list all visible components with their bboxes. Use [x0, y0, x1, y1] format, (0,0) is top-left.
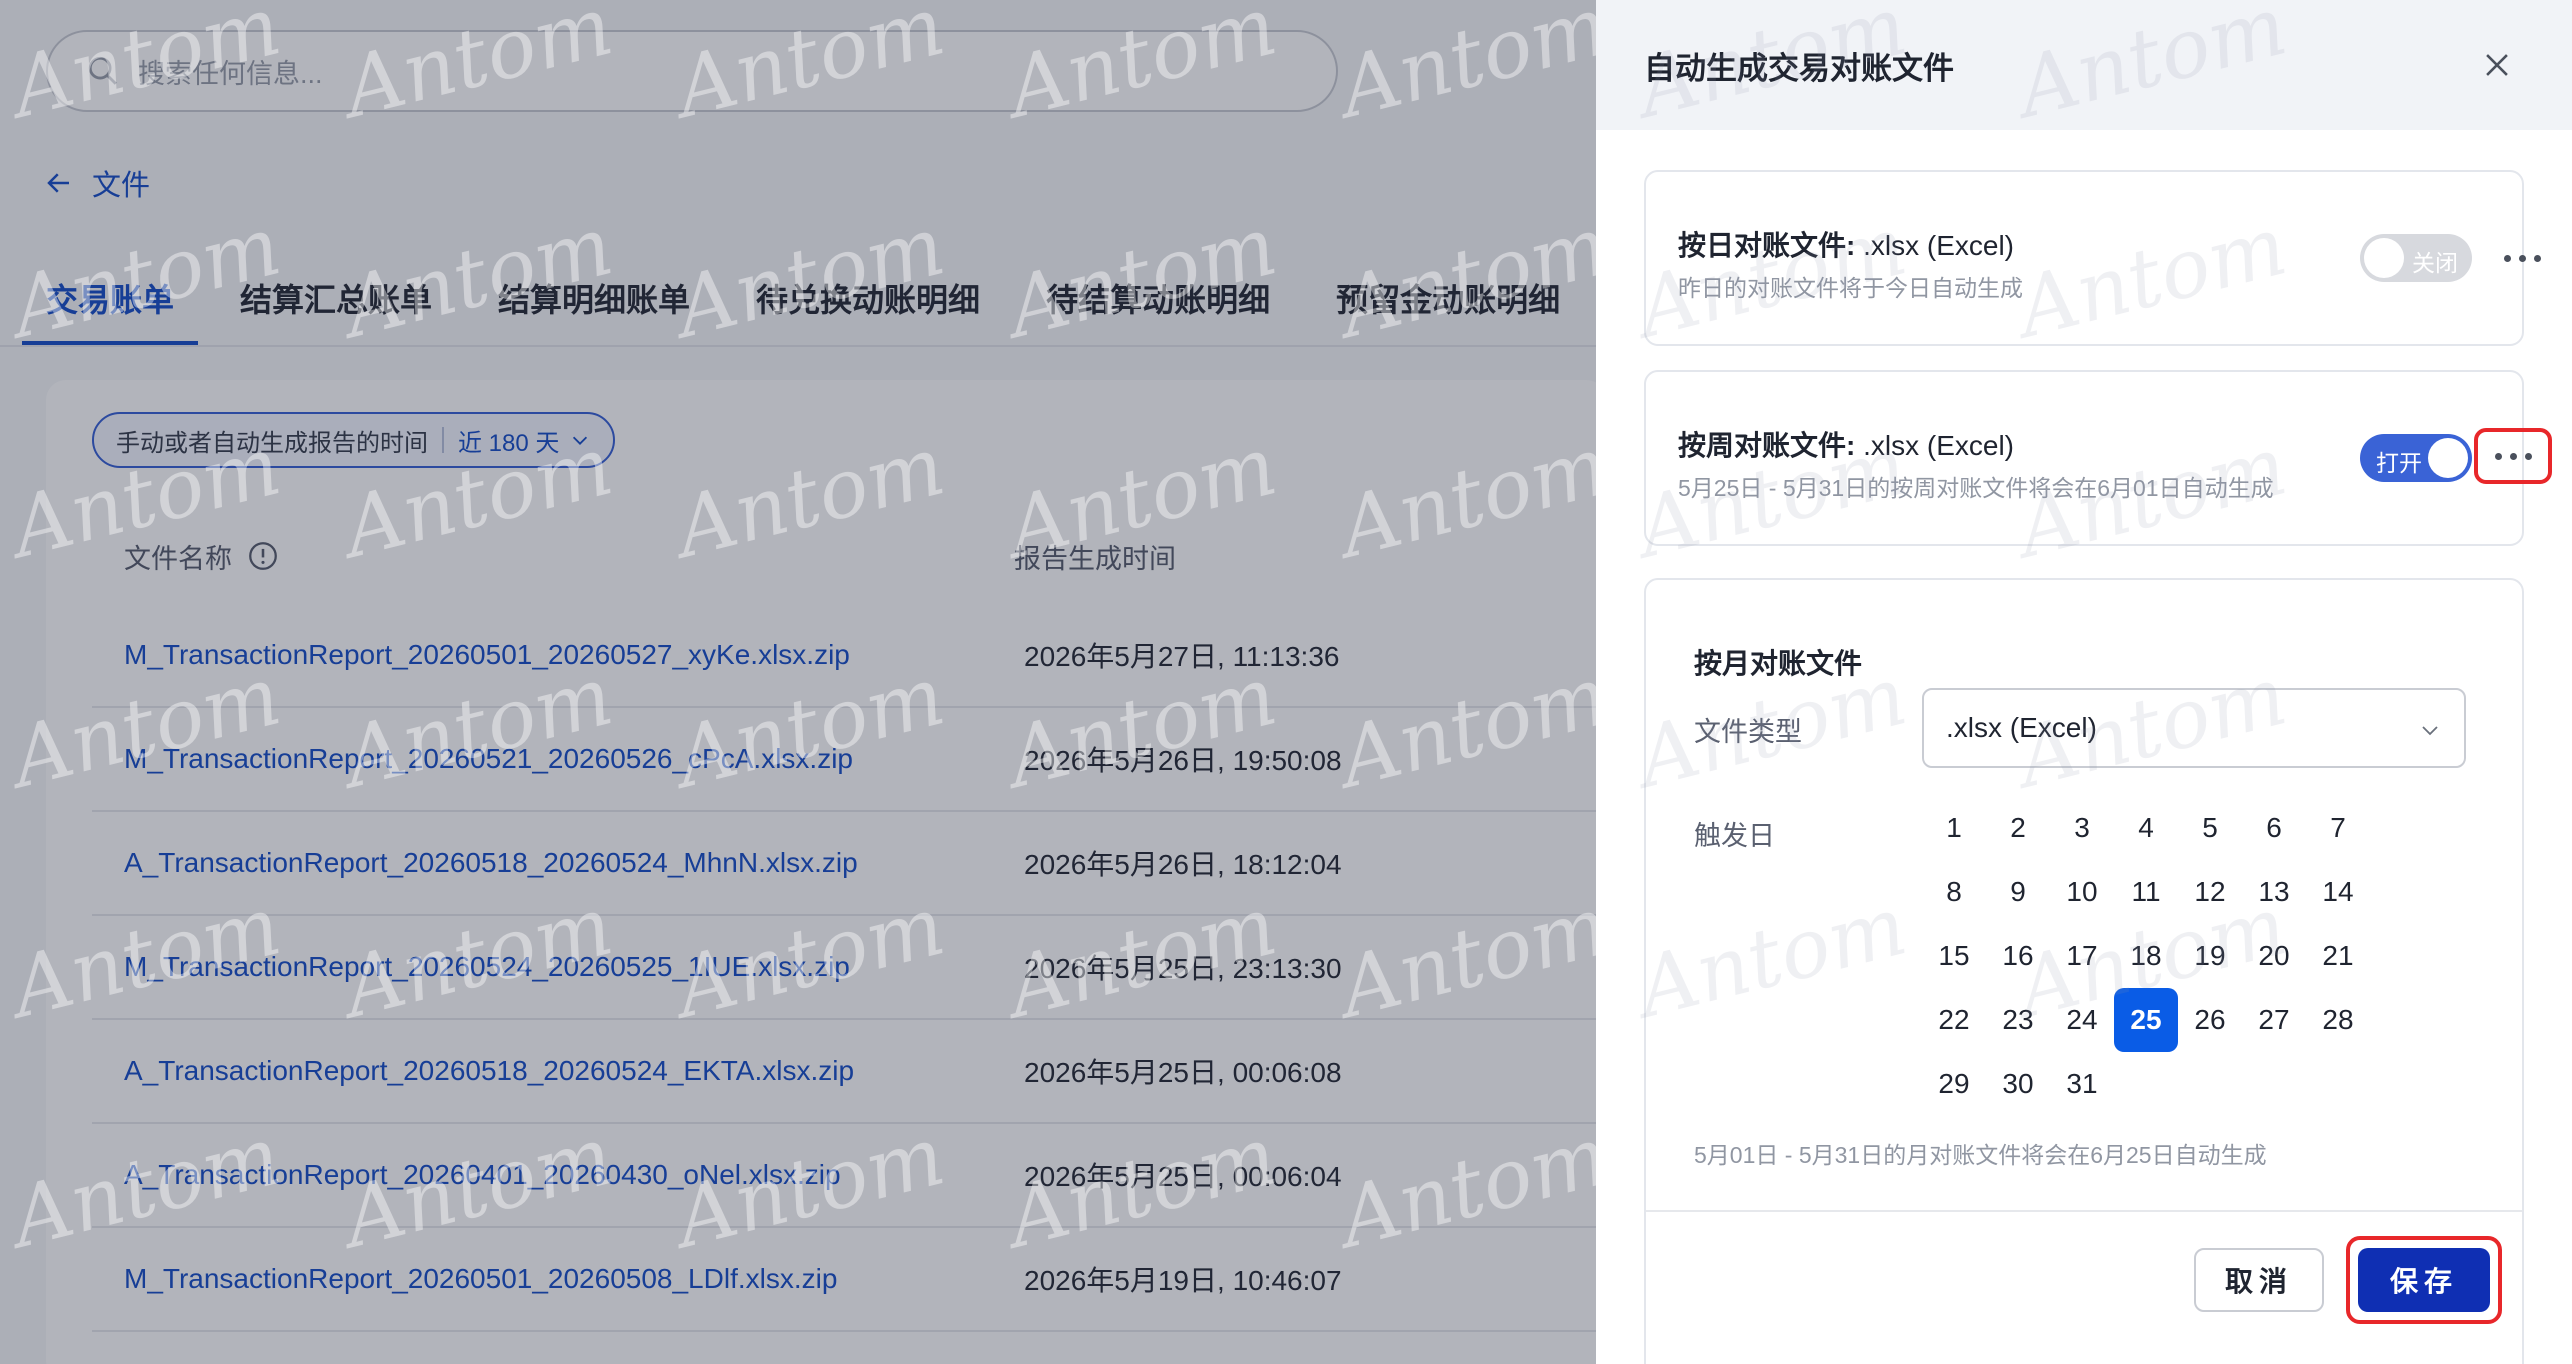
trigger-day-option[interactable]: 25	[2114, 988, 2178, 1052]
trigger-day-option[interactable]: 15	[1922, 924, 1986, 988]
trigger-day-option[interactable]: 26	[2178, 988, 2242, 1052]
trigger-day-option[interactable]: 31	[2050, 1052, 2114, 1116]
trigger-day-option[interactable]: 11	[2114, 860, 2178, 924]
trigger-day-option[interactable]: 4	[2114, 796, 2178, 860]
weekly-report-card: 按周对账文件: .xlsx (Excel) 5月25日 - 5月31日的按周对账…	[1644, 370, 2552, 546]
trigger-day-option[interactable]: 7	[2306, 796, 2370, 860]
trigger-day-option[interactable]: 23	[1986, 988, 2050, 1052]
daily-report-title: 按日对账文件: .xlsx (Excel)	[1678, 224, 2014, 264]
trigger-day-option[interactable]: 2	[1986, 796, 2050, 860]
weekly-title-text: 按周对账文件:	[1678, 430, 1856, 461]
save-button[interactable]: 保存	[2358, 1248, 2490, 1312]
trigger-day-option[interactable]: 1	[1922, 796, 1986, 860]
footer-divider	[1646, 1210, 2522, 1212]
trigger-day-option[interactable]: 30	[1986, 1052, 2050, 1116]
monthly-report-card: 按月对账文件 文件类型 .xlsx (Excel) 触发日 1234567891…	[1644, 578, 2524, 1364]
trigger-day-option[interactable]: 28	[2306, 988, 2370, 1052]
trigger-day-option[interactable]: 21	[2306, 924, 2370, 988]
monthly-report-title: 按月对账文件	[1694, 648, 1863, 679]
trigger-day-option[interactable]: 17	[2050, 924, 2114, 988]
trigger-day-option[interactable]: 20	[2242, 924, 2306, 988]
monthly-report-note: 5月01日 - 5月31日的月对账文件将会在6月25日自动生成	[1694, 1142, 2267, 1168]
weekly-format: .xlsx (Excel)	[1863, 430, 2015, 461]
weekly-report-title: 按周对账文件: .xlsx (Excel)	[1678, 424, 2014, 464]
trigger-day-option[interactable]: 6	[2242, 796, 2306, 860]
trigger-day-option[interactable]: 5	[2178, 796, 2242, 860]
toggle-knob	[2364, 238, 2404, 278]
toggle-knob	[2428, 438, 2468, 478]
daily-more-button[interactable]	[2488, 234, 2556, 282]
file-type-label: 文件类型	[1694, 717, 1802, 747]
daily-toggle[interactable]: 关闭	[2360, 234, 2472, 282]
file-type-select[interactable]: .xlsx (Excel)	[1922, 688, 2466, 768]
daily-format: .xlsx (Excel)	[1863, 230, 2015, 261]
auto-report-drawer: 自动生成交易对账文件 按日对账文件: .xlsx (Excel) 昨日的对账文件…	[1596, 0, 2572, 1364]
modal-overlay[interactable]	[0, 0, 1596, 1364]
trigger-day-label: 触发日	[1694, 821, 1775, 851]
daily-title-text: 按日对账文件:	[1678, 230, 1856, 261]
trigger-day-option[interactable]: 24	[2050, 988, 2114, 1052]
trigger-day-option[interactable]: 19	[2178, 924, 2242, 988]
trigger-day-option[interactable]: 27	[2242, 988, 2306, 1052]
trigger-day-option[interactable]: 12	[2178, 860, 2242, 924]
daily-report-desc: 昨日的对账文件将于今日自动生成	[1678, 275, 2023, 301]
trigger-day-option[interactable]: 10	[2050, 860, 2114, 924]
cancel-button[interactable]: 取消	[2194, 1248, 2324, 1312]
drawer-body: 按日对账文件: .xlsx (Excel) 昨日的对账文件将于今日自动生成 关闭…	[1596, 130, 2572, 1364]
trigger-day-grid: 1 2 3 4 5 6 7 8 9 10 11 12 13 14 15 16 17 18 19 20 21 22 23 24 2…	[1922, 796, 2370, 1116]
trigger-day-option[interactable]: 3	[2050, 796, 2114, 860]
weekly-toggle[interactable]: 打开	[2360, 434, 2472, 482]
weekly-more-button[interactable]	[2474, 428, 2552, 484]
chevron-down-icon	[2422, 726, 2438, 736]
trigger-day-option[interactable]: 18	[2114, 924, 2178, 988]
weekly-report-desc: 5月25日 - 5月31日的按周对账文件将会在6月01日自动生成	[1678, 475, 2274, 501]
close-icon[interactable]	[2480, 48, 2514, 82]
file-type-value: .xlsx (Excel)	[1946, 712, 2097, 743]
drawer-title: 自动生成交易对账文件	[1644, 50, 1954, 86]
trigger-day-option[interactable]: 8	[1922, 860, 1986, 924]
drawer-header: 自动生成交易对账文件	[1596, 0, 2572, 130]
trigger-day-option[interactable]: 22	[1922, 988, 1986, 1052]
weekly-toggle-label: 打开	[2376, 450, 2422, 476]
file-list-page: 搜索任何信息... 文件 交易账单 结算汇总账单 结算明细账单 待兑换动账明细 …	[0, 0, 1596, 1364]
trigger-day-option[interactable]: 16	[1986, 924, 2050, 988]
daily-toggle-label: 关闭	[2412, 250, 2458, 276]
daily-report-card: 按日对账文件: .xlsx (Excel) 昨日的对账文件将于今日自动生成 关闭	[1644, 170, 2541, 346]
trigger-day-option[interactable]: 29	[1922, 1052, 1986, 1116]
trigger-day-option[interactable]: 13	[2242, 860, 2306, 924]
trigger-day-option[interactable]: 9	[1986, 860, 2050, 924]
trigger-day-option[interactable]: 14	[2306, 860, 2370, 924]
